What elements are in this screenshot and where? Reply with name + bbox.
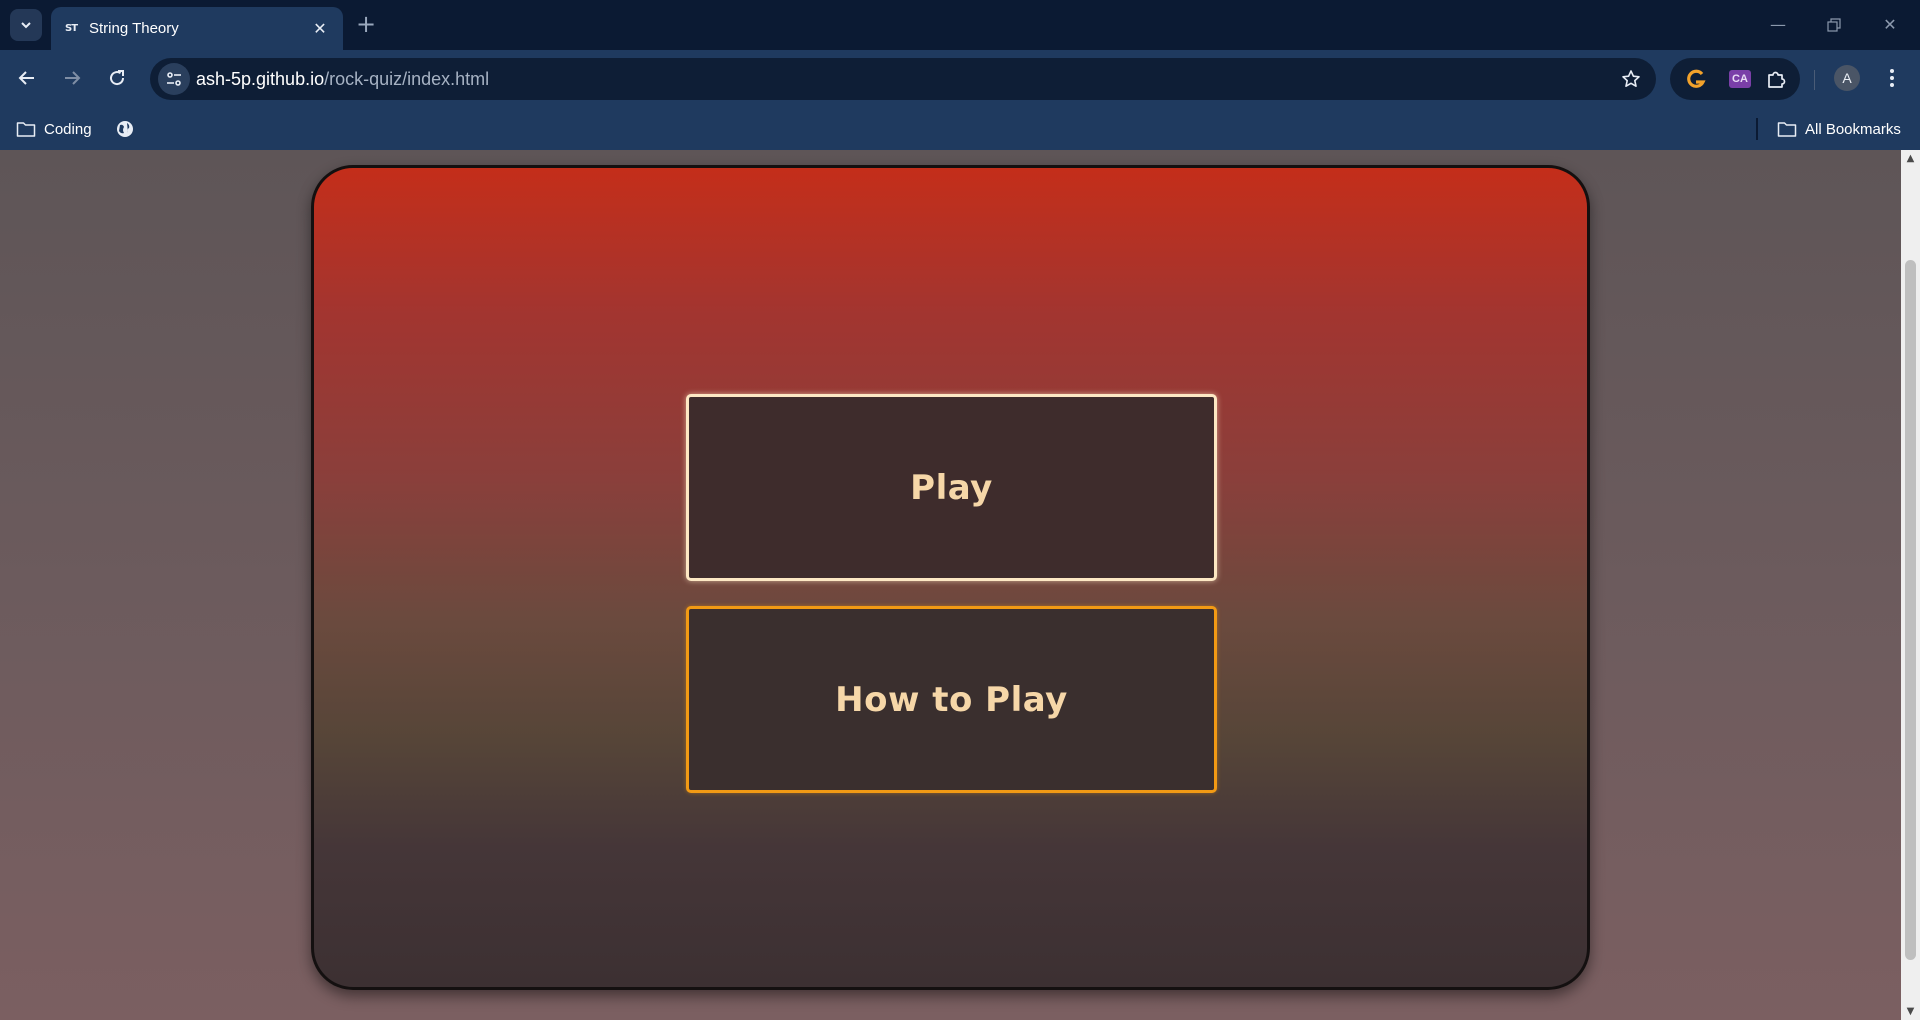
url-path: /rock-quiz/index.html — [324, 69, 490, 89]
extensions-group: CA — [1670, 58, 1800, 100]
scroll-up-arrow-icon[interactable]: ▲ — [1901, 150, 1920, 167]
globe-icon — [117, 121, 133, 137]
active-tab[interactable]: ST String Theory ✕ — [51, 7, 343, 50]
new-tab-button[interactable]: + — [352, 9, 380, 41]
bookmark-label: Coding — [44, 120, 92, 138]
tab-title: String Theory — [89, 20, 179, 37]
url-domain: ash-5p.github.io — [196, 69, 325, 89]
minimize-icon[interactable]: — — [1762, 10, 1794, 40]
folder-icon — [16, 122, 36, 137]
window-close-icon[interactable]: ✕ — [1874, 10, 1906, 40]
tab-search-button[interactable] — [10, 9, 42, 41]
tab-favicon-icon: ST — [65, 23, 78, 34]
url-text: ash-5p.github.io/rock-quiz/index.html — [196, 68, 489, 90]
kebab-menu-icon[interactable] — [1878, 62, 1906, 94]
toolbar-divider — [1814, 70, 1815, 90]
all-bookmarks-label: All Bookmarks — [1805, 120, 1901, 138]
back-icon[interactable] — [11, 62, 43, 94]
bookmarks-divider — [1756, 118, 1758, 140]
bookmarks-bar: Coding All Bookmarks — [0, 108, 1920, 150]
scroll-down-arrow-icon[interactable]: ▼ — [1901, 1003, 1920, 1020]
bookmark-star-icon[interactable] — [1618, 66, 1644, 92]
bookmark-globe[interactable] — [115, 116, 143, 142]
grammarly-icon[interactable] — [1684, 67, 1708, 91]
forward-icon[interactable] — [56, 62, 88, 94]
restore-icon[interactable] — [1818, 10, 1850, 40]
game-menu-card: Play How to Play — [311, 165, 1590, 990]
profile-avatar[interactable]: A — [1834, 65, 1860, 91]
ca-extension-icon[interactable]: CA — [1729, 70, 1751, 88]
play-button[interactable]: Play — [686, 394, 1217, 581]
browser-toolbar: ash-5p.github.io/rock-quiz/index.html CA… — [0, 50, 1920, 108]
how-to-play-button[interactable]: How to Play — [686, 606, 1217, 793]
extensions-puzzle-icon[interactable] — [1764, 67, 1788, 91]
close-icon[interactable]: ✕ — [309, 18, 331, 40]
page-viewport: Play How to Play ▲ ▼ — [0, 150, 1920, 1020]
vertical-scrollbar[interactable]: ▲ ▼ — [1901, 150, 1920, 1020]
all-bookmarks-button[interactable]: All Bookmarks — [1777, 116, 1901, 142]
browser-titlebar: ST String Theory ✕ + — ✕ — [0, 0, 1920, 50]
chevron-down-icon — [21, 22, 31, 29]
address-bar[interactable]: ash-5p.github.io/rock-quiz/index.html — [150, 58, 1656, 100]
folder-icon — [1777, 122, 1797, 137]
bookmark-coding[interactable]: Coding — [16, 116, 92, 142]
scrollbar-thumb[interactable] — [1905, 260, 1916, 960]
reload-icon[interactable] — [101, 62, 133, 94]
site-settings-icon[interactable] — [158, 63, 190, 95]
